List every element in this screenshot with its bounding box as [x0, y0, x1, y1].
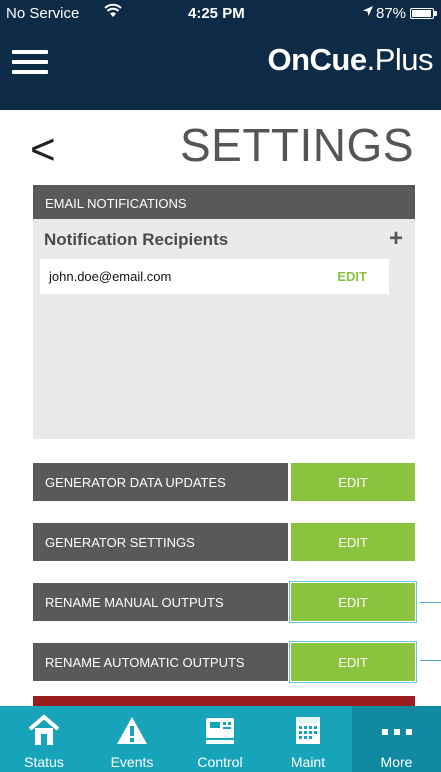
location-arrow-icon	[362, 4, 374, 20]
tab-more[interactable]: More	[352, 706, 441, 772]
generator-settings-row: GENERATOR SETTINGS EDIT	[33, 523, 415, 561]
rename-automatic-outputs-label: RENAME AUTOMATIC OUTPUTS	[33, 643, 288, 681]
tab-maint[interactable]: Maint	[264, 706, 352, 772]
email-notifications-panel: Notification Recipients + john.doe@email…	[33, 219, 415, 439]
battery-percent: 87%	[376, 5, 407, 22]
chevron-left-icon[interactable]: <	[30, 128, 56, 172]
tab-label: More	[380, 754, 413, 770]
callout-line	[420, 660, 441, 661]
tab-label: Maint	[290, 754, 326, 770]
calendar-icon	[291, 714, 325, 751]
partially-visible-row	[33, 696, 415, 706]
edit-recipient-button[interactable]: EDIT	[337, 269, 367, 284]
recipient-email: john.doe@email.com	[49, 269, 172, 284]
generator-data-updates-edit-button[interactable]: EDIT	[291, 463, 415, 501]
tab-label: Status	[24, 754, 64, 770]
tab-bar: Status Events Control Maint More	[0, 706, 441, 772]
tab-control[interactable]: Control	[176, 706, 264, 772]
generator-data-updates-label: GENERATOR DATA UPDATES	[33, 463, 288, 501]
list-item: john.doe@email.com EDIT	[40, 259, 389, 294]
generator-settings-label: GENERATOR SETTINGS	[33, 523, 288, 561]
page-title: SETTINGS	[179, 119, 414, 171]
generator-settings-edit-button[interactable]: EDIT	[291, 523, 415, 561]
recipients-title: Notification Recipients	[44, 230, 229, 249]
top-bar: No Service 4:25 PM 87% OnCue.Plus	[0, 0, 441, 110]
generator-data-updates-row: GENERATOR DATA UPDATES EDIT	[33, 463, 415, 501]
more-dots-icon	[380, 724, 414, 742]
clock: 4:25 PM	[188, 5, 245, 22]
warning-icon	[115, 714, 149, 751]
brand-bold: OnCue	[267, 42, 367, 77]
rename-automatic-outputs-row: RENAME AUTOMATIC OUTPUTS EDIT	[33, 641, 417, 683]
add-recipient-button[interactable]: +	[389, 225, 403, 253]
wifi-icon	[104, 3, 122, 23]
brand-light: .Plus	[366, 42, 434, 77]
tab-label: Events	[110, 754, 154, 770]
rename-manual-outputs-label: RENAME MANUAL OUTPUTS	[33, 583, 288, 621]
tab-label: Control	[197, 754, 243, 770]
brand-logo: OnCue.Plus	[267, 42, 433, 78]
carrier-label: No Service	[6, 5, 80, 22]
controller-icon	[203, 714, 237, 751]
status-bar: No Service 4:25 PM 87%	[0, 0, 441, 28]
email-notifications-header: EMAIL NOTIFICATIONS	[33, 185, 415, 219]
tab-status[interactable]: Status	[0, 706, 88, 772]
rename-manual-outputs-row: RENAME MANUAL OUTPUTS EDIT	[33, 581, 417, 623]
battery-icon	[410, 8, 434, 19]
tab-events[interactable]: Events	[88, 706, 176, 772]
rename-automatic-outputs-edit-button[interactable]: EDIT	[289, 641, 417, 683]
callout-line	[420, 602, 441, 603]
battery-nub	[434, 11, 437, 16]
hamburger-menu-icon[interactable]	[12, 48, 48, 76]
rename-manual-outputs-edit-button[interactable]: EDIT	[289, 581, 417, 623]
home-icon	[27, 714, 61, 751]
